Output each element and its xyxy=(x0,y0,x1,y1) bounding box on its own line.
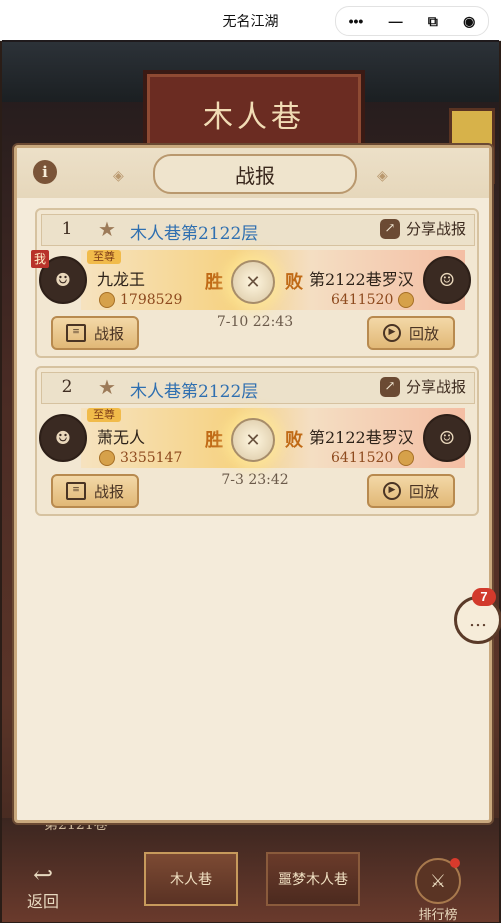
opponent-power-value: 6411520 xyxy=(331,450,394,466)
battle-report-card: 1 ★ 木人巷第2122层 ↗ 分享战报 ☻ 我 至尊 九龙王 1798529 … xyxy=(31,208,479,358)
left-result: 胜 xyxy=(205,430,223,451)
me-tag: 我 xyxy=(31,250,49,268)
tab-muren-lane[interactable]: 木人巷 xyxy=(144,852,238,906)
close-icon[interactable]: ◉ xyxy=(463,13,475,30)
more-icon[interactable]: ••• xyxy=(349,13,364,29)
report-index: 1 xyxy=(61,219,73,239)
leaderboard-button[interactable]: ⚔ 排行榜 xyxy=(410,858,466,923)
view-report-button[interactable]: ≡ 战报 xyxy=(51,474,139,508)
view-report-label: 战报 xyxy=(93,324,124,343)
opponent-avatar[interactable]: ☺ xyxy=(423,414,471,462)
right-result: 败 xyxy=(285,430,303,451)
leaderboard-label: 排行榜 xyxy=(418,908,458,923)
battle-report-card: 2 ★ 木人巷第2122层 ↗ 分享战报 ☻ 至尊 萧无人 3355147 胜 … xyxy=(35,366,479,516)
replay-label: 回放 xyxy=(408,482,439,501)
cloud-ornament-right: ◈ xyxy=(377,168,388,184)
battle-time: 7-10 22:43 xyxy=(216,314,294,330)
play-icon: ▶ xyxy=(382,482,401,500)
player-power: 3355147 xyxy=(99,450,182,466)
back-button[interactable]: ↩ 返回 xyxy=(20,862,66,912)
report-floor: 木人巷第2122层 xyxy=(130,382,259,402)
power-icon xyxy=(398,450,415,466)
player-power-value: 3355147 xyxy=(120,450,183,466)
left-result: 胜 xyxy=(205,272,223,293)
panel-title: 战报 xyxy=(153,154,357,194)
crossed-swords-icon: ✕ xyxy=(231,260,275,304)
battle-report-panel: i ◈ 战报 ◈ 1 ★ 木人巷第2122层 ↗ 分享战报 ☻ 我 至尊 九龙王… xyxy=(14,145,492,823)
power-icon xyxy=(99,292,115,308)
info-icon[interactable]: i xyxy=(33,160,57,184)
share-icon: ↗ xyxy=(379,376,400,397)
star-icon: ★ xyxy=(98,217,116,241)
share-report-button[interactable]: ↗ 分享战报 xyxy=(379,218,466,239)
share-label: 分享战报 xyxy=(405,220,466,238)
report-header: 1 ★ 木人巷第2122层 ↗ 分享战报 xyxy=(41,214,475,246)
minimize-icon[interactable]: — xyxy=(389,13,403,29)
replay-label: 回放 xyxy=(408,324,439,343)
opponent-name: 第2122巷罗汉 xyxy=(309,270,414,289)
window-capsule: ••• — ⧉ ◉ xyxy=(335,6,489,36)
player-name: 九龙王 xyxy=(97,270,146,289)
opponent-power-value: 6411520 xyxy=(331,292,394,308)
view-report-button[interactable]: ≡ 战报 xyxy=(51,316,139,350)
player-power-value: 1798529 xyxy=(120,292,183,308)
restore-icon[interactable]: ⧉ xyxy=(428,13,438,30)
chat-icon: … xyxy=(469,609,487,631)
chat-unread-badge: 7 xyxy=(472,588,496,606)
vip-tag: 至尊 xyxy=(87,408,121,422)
tab-nightmare-muren-lane[interactable]: 噩梦木人巷 xyxy=(266,852,360,906)
back-arrow-icon: ↩ xyxy=(32,861,54,889)
battle-time: 7-3 23:42 xyxy=(221,472,289,488)
replay-button[interactable]: ▶ 回放 xyxy=(367,474,455,508)
report-index: 2 xyxy=(61,377,73,397)
power-icon xyxy=(398,292,415,308)
report-icon: ≡ xyxy=(65,324,86,342)
hall-sign-text: 木人巷 xyxy=(203,100,305,135)
report-icon: ≡ xyxy=(65,482,86,500)
cloud-ornament-left: ◈ xyxy=(113,168,124,184)
right-result: 败 xyxy=(285,272,303,293)
opponent-name: 第2122巷罗汉 xyxy=(309,428,414,447)
vip-tag: 至尊 xyxy=(87,250,121,264)
opponent-avatar[interactable]: ☺ xyxy=(423,256,471,304)
opponent-power: 6411520 xyxy=(331,450,415,466)
report-floor: 木人巷第2122层 xyxy=(130,224,259,244)
power-icon xyxy=(99,450,115,466)
star-icon: ★ xyxy=(98,375,116,399)
hall-sign: 木人巷 xyxy=(143,70,365,156)
opponent-power: 6411520 xyxy=(331,292,415,308)
player-avatar[interactable]: ☻ xyxy=(39,414,87,462)
tab-nightmare-label: 噩梦木人巷 xyxy=(278,872,348,888)
player-power: 1798529 xyxy=(99,292,182,308)
crossed-swords-icon: ✕ xyxy=(231,418,275,462)
share-icon: ↗ xyxy=(379,218,400,239)
notification-dot xyxy=(450,858,460,868)
tab-muren-lane-label: 木人巷 xyxy=(170,872,212,888)
report-header: 2 ★ 木人巷第2122层 ↗ 分享战报 xyxy=(41,372,475,404)
share-label: 分享战报 xyxy=(405,378,466,396)
app-title-bar: 无名江湖 ••• — ⧉ ◉ xyxy=(0,0,501,41)
share-report-button[interactable]: ↗ 分享战报 xyxy=(379,376,466,397)
replay-button[interactable]: ▶ 回放 xyxy=(367,316,455,350)
play-icon: ▶ xyxy=(382,324,401,342)
panel-header: i ◈ 战报 ◈ xyxy=(17,148,489,198)
view-report-label: 战报 xyxy=(93,482,124,501)
player-name: 萧无人 xyxy=(97,428,146,447)
back-label: 返回 xyxy=(26,892,59,911)
